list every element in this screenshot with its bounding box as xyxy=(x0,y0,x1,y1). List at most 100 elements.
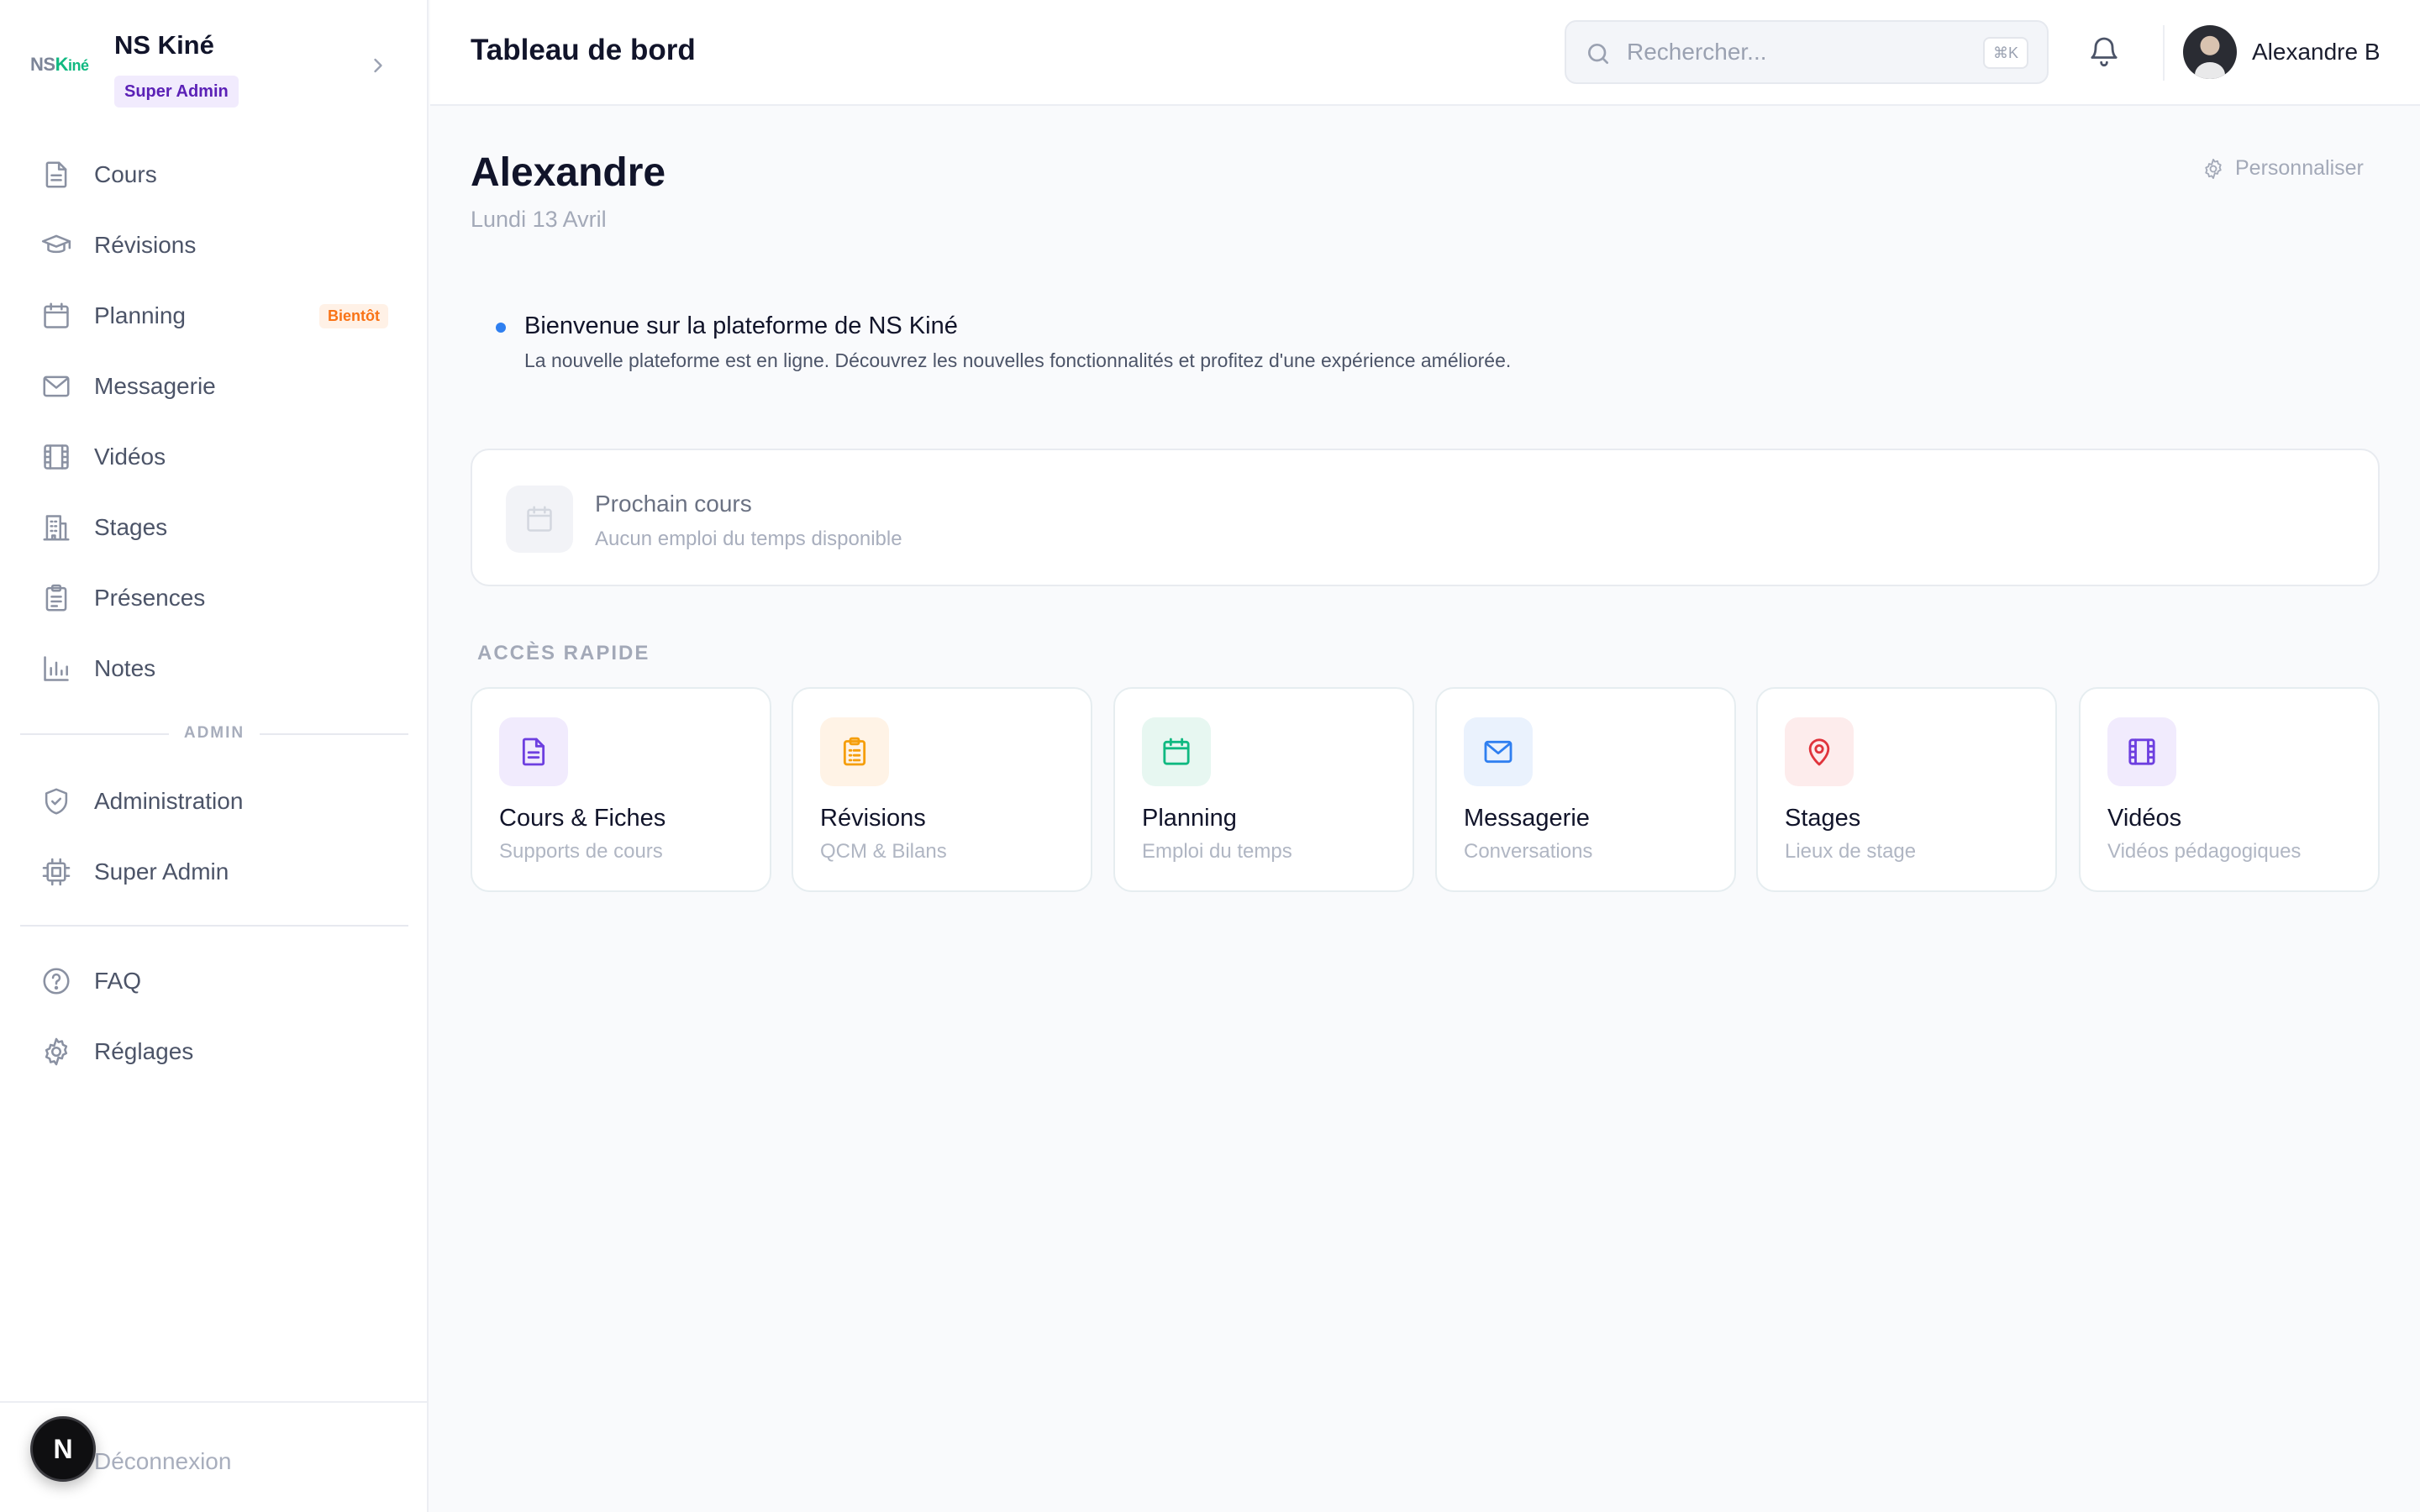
sidebar-item-label: FAQ xyxy=(94,968,142,994)
quick-card-title: Cours & Fiches xyxy=(499,805,666,832)
dev-tools-badge[interactable]: N xyxy=(30,1416,96,1482)
announcement-text: La nouvelle plateforme est en ligne. Déc… xyxy=(524,349,1512,371)
header-divider xyxy=(2163,25,2165,81)
bottom-divider xyxy=(20,925,408,927)
graduation-cap-icon xyxy=(41,234,71,254)
search-icon xyxy=(1588,44,1608,64)
sidebar-item-label: Présences xyxy=(94,585,206,611)
quick-card-icon-box xyxy=(1142,717,1211,786)
sidebar-item-planning[interactable]: Planning Bientôt xyxy=(20,288,408,344)
document-icon xyxy=(45,161,67,188)
sidebar-item-label: Planning xyxy=(94,302,186,328)
calendar-icon xyxy=(1163,738,1190,765)
sidebar: NSKiné NS Kiné Super Admin Cours Révisio… xyxy=(0,0,429,1512)
quick-card-subtitle: Conversations xyxy=(1464,840,1593,863)
top-header: Tableau de bord ⌘K Alexandre B xyxy=(430,0,2420,106)
sidebar-item-cours[interactable]: Cours xyxy=(20,147,408,202)
building-icon xyxy=(43,515,70,541)
shield-icon xyxy=(45,788,68,815)
quick-card-icon-box xyxy=(1785,717,1854,786)
quick-card-revisions[interactable]: Révisions QCM & Bilans xyxy=(792,687,1092,892)
calendar-icon xyxy=(44,302,69,328)
quick-card-icon-box xyxy=(2107,717,2176,786)
film-icon xyxy=(2128,738,2155,765)
coming-soon-badge: Bientôt xyxy=(319,303,388,328)
quick-card-icon-box xyxy=(499,717,568,786)
quick-card-subtitle: Emploi du temps xyxy=(1142,840,1292,863)
brand-logo: NSKiné xyxy=(30,54,89,75)
chevron-right-icon[interactable] xyxy=(366,54,390,77)
sidebar-item-label: Messagerie xyxy=(94,373,216,399)
search-input[interactable] xyxy=(1627,34,1963,71)
sidebar-item-label: Cours xyxy=(94,161,157,187)
sidebar-item-label: Administration xyxy=(94,788,244,814)
sidebar-item-label: Vidéos xyxy=(94,444,166,470)
sidebar-item-notes[interactable]: Notes xyxy=(20,641,408,696)
greeting-title: Alexandre xyxy=(471,150,666,195)
document-icon xyxy=(522,738,545,766)
quick-card-videos[interactable]: Vidéos Vidéos pédagogiques xyxy=(2079,687,2380,892)
user-name[interactable]: Alexandre B xyxy=(2252,39,2381,66)
sidebar-item-label: Stages xyxy=(94,514,168,540)
quick-card-title: Stages xyxy=(1785,805,1861,832)
admin-section-label: ADMIN xyxy=(0,724,429,743)
logout-button[interactable]: Déconnexion xyxy=(94,1448,231,1475)
sidebar-item-revisions[interactable]: Révisions xyxy=(20,218,408,273)
gear-icon xyxy=(2205,158,2222,179)
sidebar-item-administration[interactable]: Administration xyxy=(20,774,408,829)
announcement-bullet xyxy=(496,323,506,333)
map-pin-icon xyxy=(1808,738,1830,766)
calendar-icon xyxy=(527,506,552,532)
next-course-title: Prochain cours xyxy=(595,491,752,517)
clipboard-icon xyxy=(45,584,67,612)
quick-card-planning[interactable]: Planning Emploi du temps xyxy=(1113,687,1414,892)
sidebar-item-messagerie[interactable]: Messagerie xyxy=(20,359,408,414)
sidebar-item-label: Notes xyxy=(94,655,156,681)
next-course-subtitle: Aucun emploi du temps disponible xyxy=(595,528,902,550)
mail-icon xyxy=(1484,740,1512,764)
next-course-card[interactable]: Prochain cours Aucun emploi du temps dis… xyxy=(471,449,2380,586)
brand-name: NS Kiné xyxy=(114,30,214,60)
quick-card-icon-box xyxy=(820,717,889,786)
quick-card-messagerie[interactable]: Messagerie Conversations xyxy=(1435,687,1736,892)
sidebar-item-label: Super Admin xyxy=(94,858,229,885)
quick-card-stages[interactable]: Stages Lieux de stage xyxy=(1756,687,2057,892)
chip-icon xyxy=(42,858,71,886)
customize-button[interactable]: Personnaliser xyxy=(2202,156,2364,181)
bar-chart-icon xyxy=(44,656,69,681)
clipboard-icon xyxy=(843,737,866,766)
role-badge: Super Admin xyxy=(114,76,239,108)
quick-card-subtitle: Lieux de stage xyxy=(1785,840,1917,863)
next-course-icon-box xyxy=(506,486,573,553)
quick-card-subtitle: QCM & Bilans xyxy=(820,840,947,863)
quick-card-title: Messagerie xyxy=(1464,805,1590,832)
customize-label: Personnaliser xyxy=(2235,156,2364,180)
quick-card-icon-box xyxy=(1464,717,1533,786)
mail-icon xyxy=(43,375,70,397)
quick-card-title: Vidéos xyxy=(2107,805,2182,832)
gear-icon xyxy=(45,1037,68,1066)
quick-card-title: Planning xyxy=(1142,805,1237,832)
page-title: Tableau de bord xyxy=(471,34,696,66)
quick-card-cours-fiches[interactable]: Cours & Fiches Supports de cours xyxy=(471,687,771,892)
sidebar-item-label: Réglages xyxy=(94,1038,194,1064)
film-icon xyxy=(44,444,69,470)
sidebar-item-videos[interactable]: Vidéos xyxy=(20,429,408,485)
quick-card-subtitle: Supports de cours xyxy=(499,840,663,863)
search-shortcut-hint: ⌘K xyxy=(1982,37,2028,69)
quick-card-title: Révisions xyxy=(820,805,926,832)
current-date: Lundi 13 Avril xyxy=(471,207,607,232)
sidebar-item-super-admin[interactable]: Super Admin xyxy=(20,844,408,900)
search-box[interactable]: ⌘K xyxy=(1565,20,2049,84)
sidebar-item-faq[interactable]: FAQ xyxy=(20,953,408,1009)
sidebar-item-presences[interactable]: Présences xyxy=(20,570,408,626)
help-circle-icon xyxy=(43,968,70,995)
quick-card-subtitle: Vidéos pédagogiques xyxy=(2107,840,2302,863)
quick-access-heading: ACCÈS RAPIDE xyxy=(477,642,650,664)
brand-header[interactable]: NSKiné NS Kiné Super Admin xyxy=(0,0,429,134)
sidebar-item-label: Révisions xyxy=(94,232,197,258)
sidebar-item-settings[interactable]: Réglages xyxy=(20,1024,408,1079)
bell-icon[interactable] xyxy=(2087,34,2121,69)
avatar[interactable] xyxy=(2183,25,2237,79)
sidebar-item-stages[interactable]: Stages xyxy=(20,500,408,555)
